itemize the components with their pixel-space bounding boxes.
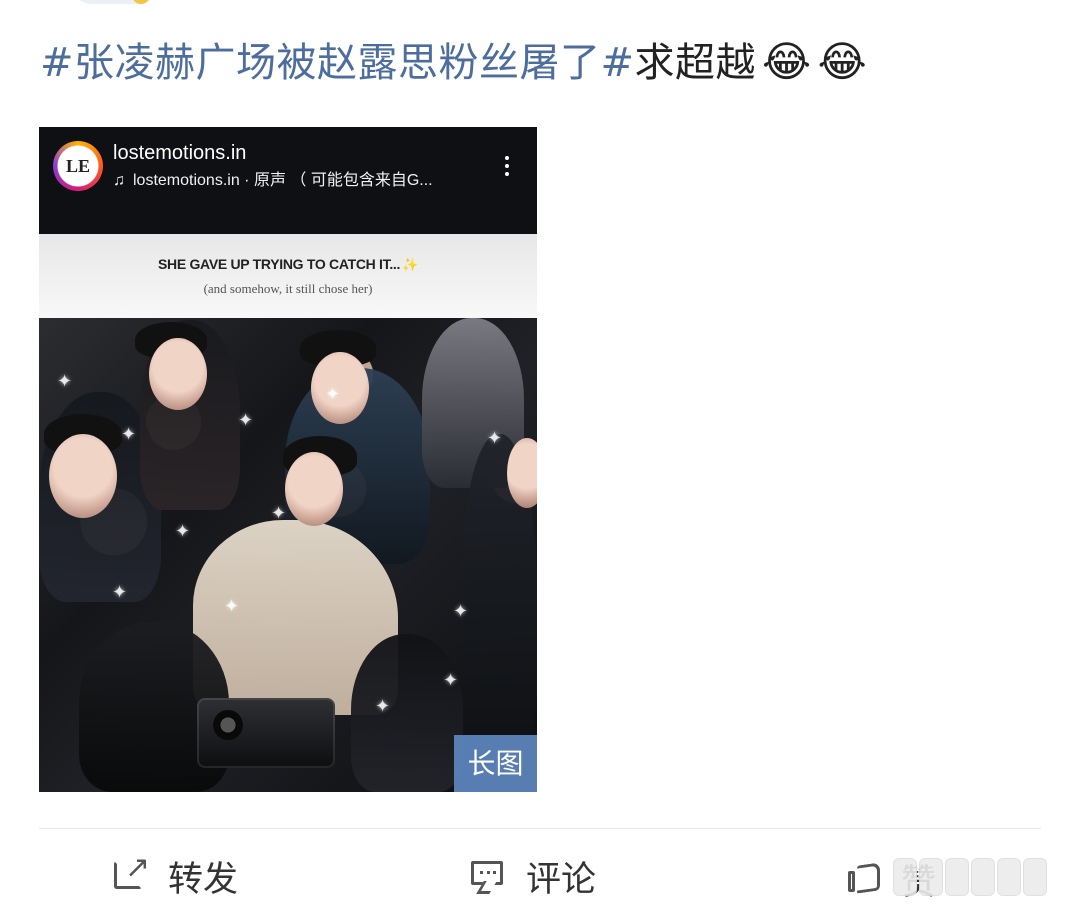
comment-label: 评论 bbox=[526, 859, 597, 900]
star-icon: ✦ bbox=[375, 696, 391, 717]
audio-source-text: lostemotions.in · 原声 （ 可能包含来自G... bbox=[133, 172, 433, 189]
music-note-icon: ♫ bbox=[113, 172, 125, 189]
laughing-emoji: 😂 bbox=[762, 37, 812, 86]
star-icon: ✦ bbox=[238, 410, 254, 431]
post-text: #张凌赫广场被赵露思粉丝屠了#求超越 😂 😂 bbox=[40, 32, 867, 93]
audio-line: ♫ lostemotions.in · 原声 （ 可能包含来自G... bbox=[113, 170, 433, 192]
comment-dots bbox=[480, 871, 496, 877]
image-caption-band: SHE GAVE UP TRYING TO CATCH IT... ✨ (and … bbox=[39, 234, 537, 318]
long-image-badge[interactable]: 长图 bbox=[454, 735, 537, 792]
sparkle-icon: ✨ bbox=[402, 257, 419, 272]
action-divider bbox=[39, 828, 1041, 829]
repost-button[interactable]: 转发 bbox=[112, 848, 238, 904]
avatar-logo-text: LE bbox=[65, 156, 90, 176]
watermark-overlay bbox=[893, 858, 1073, 910]
caption-subtitle: (and somehow, it still chose her) bbox=[203, 281, 373, 296]
account-name: lostemotions.in bbox=[113, 142, 247, 164]
event-photo: ✦ ✦ ✦ ✦ ✦ ✦ ✦ ✦ ✦ ✦ ✦ ✦ bbox=[39, 318, 537, 792]
topic-link[interactable]: #张凌赫广场被赵露思粉丝屠了# bbox=[40, 40, 635, 86]
account-avatar: LE bbox=[53, 141, 103, 191]
star-icon: ✦ bbox=[271, 503, 287, 524]
post-body-text: 求超越 bbox=[634, 40, 757, 86]
repost-icon bbox=[112, 853, 150, 895]
star-icon: ✦ bbox=[57, 371, 73, 392]
repost-label: 转发 bbox=[168, 859, 239, 900]
star-icon: ✦ bbox=[175, 521, 191, 542]
instagram-header: LE lostemotions.in ♫ lostemotions.in · 原声… bbox=[39, 127, 537, 234]
weibo-post-page: #张凌赫广场被赵露思粉丝屠了#求超越 😂 😂 LE lostemotions.in … bbox=[0, 0, 1080, 911]
star-icon: ✦ bbox=[443, 670, 459, 691]
star-icon: ✦ bbox=[325, 384, 341, 405]
comment-icon bbox=[470, 857, 508, 895]
caption-title: SHE GAVE UP TRYING TO CATCH IT... ✨ bbox=[39, 256, 537, 273]
caption-title-text: SHE GAVE UP TRYING TO CATCH IT... bbox=[157, 256, 401, 272]
more-vertical-icon bbox=[502, 154, 512, 178]
star-icon: ✦ bbox=[112, 582, 128, 603]
star-icon: ✦ bbox=[487, 428, 503, 449]
thumb-up-icon bbox=[845, 857, 883, 895]
star-icon: ✦ bbox=[121, 424, 137, 445]
star-icon: ✦ bbox=[453, 601, 469, 622]
comment-button[interactable]: 评论 bbox=[470, 848, 596, 904]
post-image[interactable]: LE lostemotions.in ♫ lostemotions.in · 原声… bbox=[39, 127, 537, 792]
laughing-emoji-second: 😂 bbox=[817, 37, 868, 86]
star-icon: ✦ bbox=[224, 596, 240, 617]
sparkle-overlay: ✦ ✦ ✦ ✦ ✦ ✦ ✦ ✦ ✦ ✦ ✦ ✦ bbox=[39, 318, 537, 792]
